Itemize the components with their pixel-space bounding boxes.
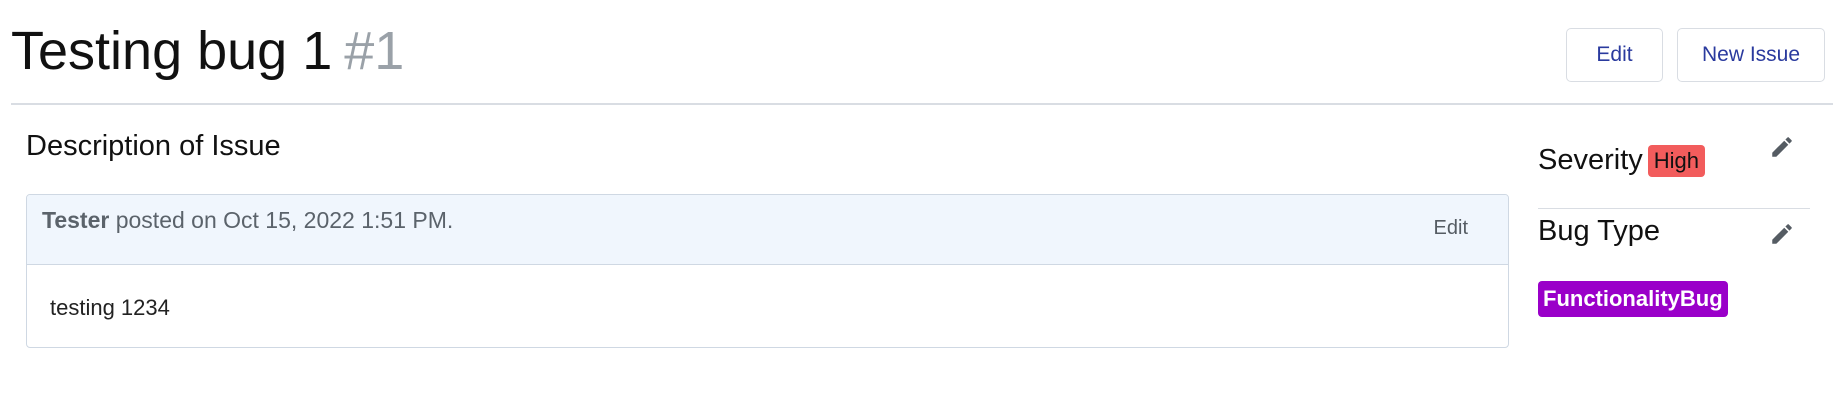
comment-header: Tester posted on Oct 15, 2022 1:51 PM. E…: [27, 195, 1508, 265]
comment-meta: Tester posted on Oct 15, 2022 1:51 PM.: [42, 207, 453, 234]
severity-badge: High: [1647, 144, 1706, 177]
edit-issue-button[interactable]: Edit: [1566, 28, 1663, 82]
sidebar-divider: [1538, 208, 1810, 209]
bug-type-badge: FunctionalityBug: [1538, 281, 1728, 317]
comment-author: Tester: [42, 207, 110, 233]
comment-posted-text: posted on Oct 15, 2022 1:51 PM.: [115, 207, 454, 233]
pencil-icon[interactable]: [1769, 134, 1795, 160]
issue-title: Testing bug 1: [11, 21, 333, 81]
issue-header: Testing bug 1 #1 Edit New Issue: [11, 0, 1833, 105]
issue-number: #1: [344, 21, 405, 81]
comment-body: testing 1234: [50, 295, 170, 320]
comment-card: Tester posted on Oct 15, 2022 1:51 PM. E…: [26, 194, 1509, 348]
edit-comment-button[interactable]: Edit: [1434, 217, 1468, 240]
bug-type-row: Bug Type: [1538, 215, 1660, 248]
new-issue-button[interactable]: New Issue: [1677, 28, 1825, 82]
severity-label: Severity: [1538, 144, 1643, 176]
issue-page: Testing bug 1 #1 Edit New Issue Descripti…: [0, 0, 1846, 404]
description-heading: Description of Issue: [26, 130, 281, 162]
bug-type-label: Bug Type: [1538, 215, 1661, 247]
pencil-icon[interactable]: [1769, 221, 1795, 247]
page-title: Testing bug 1 #1: [11, 15, 404, 87]
severity-row: Severity High: [1538, 144, 1706, 177]
